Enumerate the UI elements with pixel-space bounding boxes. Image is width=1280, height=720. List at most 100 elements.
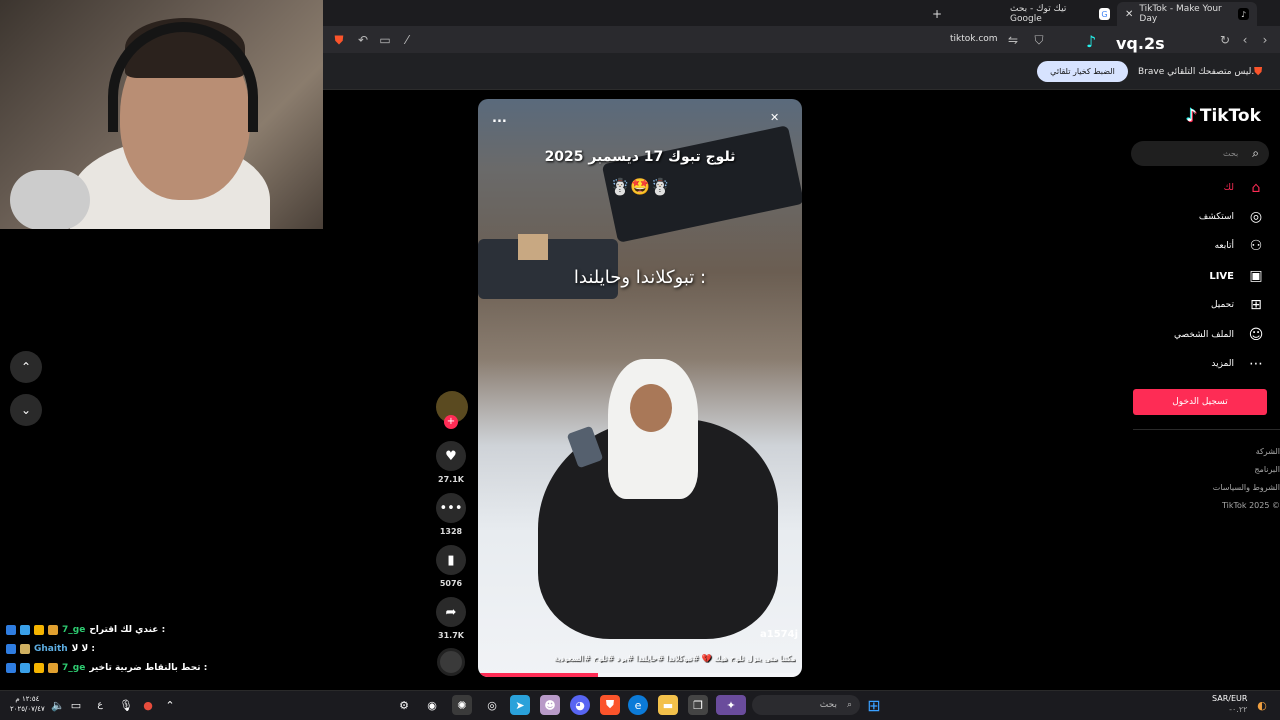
stock-widget[interactable]: SAR/EUR -٠.٢٢ <box>1212 693 1247 715</box>
brave-shields-button[interactable]: ⛊ <box>330 31 348 49</box>
app-obs-icon[interactable]: ◎ <box>482 695 502 715</box>
network-icon[interactable]: ▭ <box>66 695 86 715</box>
currency-change: -٠.٢٢ <box>1229 705 1248 714</box>
footer-link-company[interactable]: الشركة <box>1213 443 1280 461</box>
video-progress-track[interactable] <box>478 673 802 677</box>
share-count: 31.7K <box>438 631 464 640</box>
google-favicon-icon: G <box>1099 8 1110 20</box>
nav-item-more[interactable]: المزيد ⋯ <box>1211 353 1266 375</box>
share-button[interactable]: ➦ 31.7K <box>436 597 466 640</box>
app-steam-icon[interactable]: ◉ <box>422 695 442 715</box>
nav-label: أتابعه <box>1214 241 1234 251</box>
forward-button[interactable]: ‹ <box>1236 31 1254 49</box>
comment-icon: ••• <box>436 493 466 523</box>
chevron-up-icon: ⌃ <box>20 360 32 374</box>
close-tab-icon[interactable]: ✕ <box>1125 9 1133 20</box>
app-brave-icon[interactable]: ⛊ <box>600 695 620 715</box>
app-settings-icon[interactable]: ⚙ <box>394 695 414 715</box>
tab-label: تيك توك - بحث Google <box>1010 4 1067 24</box>
cardboard-image <box>518 234 548 260</box>
app-telegram-icon[interactable]: ➤ <box>510 695 530 715</box>
bookmark-icon: ⛉ <box>1034 32 1044 47</box>
badge-icon <box>48 625 58 635</box>
badge-icon <box>48 663 58 673</box>
nav-item-foryou[interactable]: لك ⌂ <box>1224 177 1266 199</box>
microphone-tray-icon[interactable]: 🎙 <box>116 695 136 715</box>
undo-icon: ↶ <box>357 33 369 47</box>
tray-chevron-up-icon[interactable]: ⌃ <box>160 695 180 715</box>
nav-label: لك <box>1223 183 1234 193</box>
music-disc[interactable] <box>436 648 466 676</box>
clock[interactable]: ١٢:٥٤ م ٢٠٢٥/٠٧/٤٧ <box>10 694 45 714</box>
notification-icon[interactable]: ◐ <box>1252 695 1272 715</box>
user-plus-icon: ⚇ <box>1249 238 1263 254</box>
heart-icon: ♥ <box>436 441 466 471</box>
app-gear-icon[interactable]: ✺ <box>452 695 472 715</box>
badge-icon <box>20 625 30 635</box>
app-explorer-icon[interactable]: ▬ <box>658 695 678 715</box>
tiktok-favicon-icon: ♪ <box>1238 8 1249 20</box>
next-video-button[interactable]: ⌄ <box>10 394 42 426</box>
tiktok-logo[interactable]: ♪ TikTok <box>1186 106 1261 126</box>
input-language[interactable]: ع <box>90 695 110 715</box>
back-button[interactable]: › <box>1256 31 1274 49</box>
previous-video-button[interactable]: ⌃ <box>10 351 42 383</box>
infobar-message: Brave ليس متصفحك التلقائي. <box>1138 67 1255 77</box>
reload-button[interactable]: ↻ <box>1216 31 1234 49</box>
history-button[interactable]: ↶ <box>354 31 372 49</box>
search-icon[interactable]: ⌕ <box>1252 146 1259 161</box>
chat-text: عندي لك اقتراح : <box>89 625 166 635</box>
app-edge-icon[interactable]: e <box>628 695 648 715</box>
live-icon: ▣ <box>1249 268 1263 284</box>
speaker-icon[interactable]: 🔈 <box>48 695 68 715</box>
creator-avatar[interactable]: + <box>436 391 468 429</box>
app-widget-icon[interactable]: ✦ <box>716 695 746 715</box>
sidebar-button[interactable]: ▭ <box>376 31 394 49</box>
nav-item-upload[interactable]: تحميل ⊞ <box>1211 294 1266 316</box>
more-options-button[interactable]: ... <box>492 111 507 126</box>
follow-plus-icon[interactable]: + <box>444 415 458 429</box>
chat-text: لا لا : <box>71 644 95 654</box>
comment-button[interactable]: ••• 1328 <box>436 493 466 536</box>
chat-message: 7_ge تحط بالنقاط ضربية تاخير : <box>6 663 207 673</box>
chat-message: 7_ge عندي لك اقتراح : <box>6 625 165 635</box>
login-button[interactable]: تسجيل الدخول <box>1133 389 1267 415</box>
app-discord-icon[interactable]: ◕ <box>570 695 590 715</box>
compass-icon: ◎ <box>1249 209 1263 225</box>
search-input[interactable]: بحث <box>1223 149 1238 158</box>
music-disc-icon <box>437 648 465 676</box>
chat-username: 7_ge <box>62 663 86 673</box>
app-taskview-icon[interactable]: ❐ <box>688 695 708 715</box>
chevron-right-icon: › <box>1262 33 1268 47</box>
nav-label: تحميل <box>1210 300 1234 310</box>
set-default-button[interactable]: الضبط كخيار تلقائي <box>1037 61 1128 82</box>
like-button[interactable]: ♥ 27.1K <box>436 441 466 484</box>
save-button[interactable]: ▮ 5076 <box>436 545 466 588</box>
extension-button[interactable]: ⁄ <box>398 31 416 49</box>
badge-icon <box>6 625 16 635</box>
nav-item-profile[interactable]: الملف الشخصي ☺ <box>1174 324 1266 346</box>
windows-start-icon[interactable]: ⊞ <box>864 695 884 715</box>
bookmark-button[interactable]: ⛉ <box>1030 31 1048 49</box>
nav-item-following[interactable]: أتابعه ⚇ <box>1215 235 1266 257</box>
like-count: 27.1K <box>438 475 464 484</box>
tiktok-search-box[interactable]: بحث ⌕ <box>1131 141 1269 166</box>
taskbar-search[interactable]: بحث ⌕ <box>752 695 860 715</box>
tab-google-search[interactable]: تيك توك - بحث Google G <box>1010 2 1110 26</box>
footer-link-program[interactable]: البرنامج <box>1213 461 1280 479</box>
nav-item-explore[interactable]: استكشف ◎ <box>1199 206 1266 228</box>
video-player[interactable]: ... ✕ ثلوج تبوك 17 ديسمبر 2025 ☃️🤩☃️ تبو… <box>478 99 802 677</box>
site-settings-button[interactable]: ⇋ <box>1004 31 1022 49</box>
tiktok-watermark-icon: ♪ <box>1086 32 1097 51</box>
app-avatar-icon[interactable]: ☻ <box>540 695 560 715</box>
recording-icon[interactable]: ● <box>138 695 158 715</box>
url-field[interactable]: tiktok.com <box>950 34 998 44</box>
taskbar-search-input[interactable]: بحث <box>820 700 837 710</box>
new-tab-button[interactable]: + <box>932 2 946 26</box>
nav-item-live[interactable]: LIVE ▣ <box>1209 265 1266 287</box>
mute-button[interactable]: ✕ <box>770 111 779 124</box>
footer-link-terms[interactable]: الشروط والسياسات <box>1213 479 1280 497</box>
tab-tiktok[interactable]: ✕ TikTok - Make Your Day ♪ <box>1117 2 1257 26</box>
search-icon: ⌕ <box>846 700 852 710</box>
badge-icon <box>34 663 44 673</box>
